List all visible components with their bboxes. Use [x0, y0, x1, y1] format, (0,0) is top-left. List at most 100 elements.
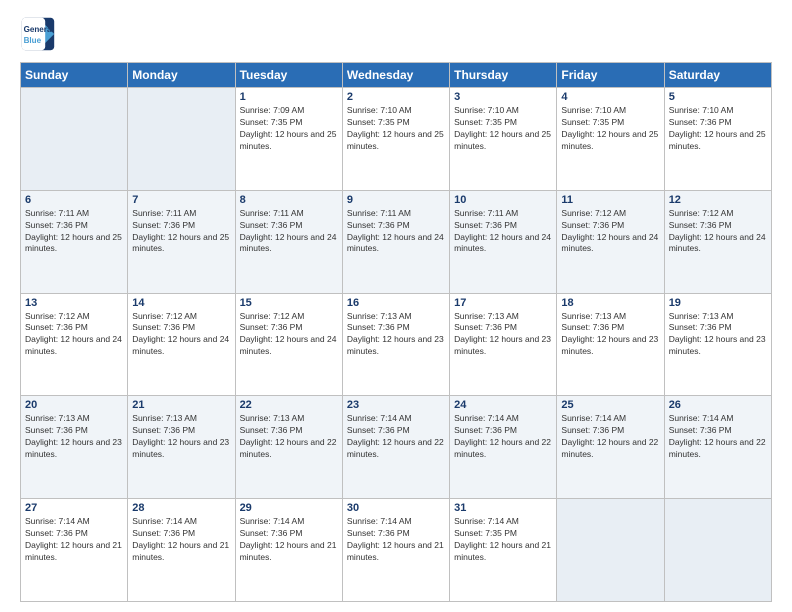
day-number: 9 [347, 194, 445, 206]
day-detail: Sunrise: 7:13 AMSunset: 7:36 PMDaylight:… [454, 311, 552, 359]
calendar-cell: 15 Sunrise: 7:12 AMSunset: 7:36 PMDayligh… [235, 293, 342, 396]
day-detail: Sunrise: 7:12 AMSunset: 7:36 PMDaylight:… [561, 208, 659, 256]
calendar-cell: 20 Sunrise: 7:13 AMSunset: 7:36 PMDayligh… [21, 396, 128, 499]
page: General Blue SundayMondayTuesdayWednesda… [0, 0, 792, 612]
calendar-cell: 10 Sunrise: 7:11 AMSunset: 7:36 PMDayligh… [450, 190, 557, 293]
day-number: 11 [561, 194, 659, 206]
calendar-cell: 3Sunrise: 7:10 AMSunset: 7:35 PMDaylight… [450, 88, 557, 191]
calendar-cell: 12 Sunrise: 7:12 AMSunset: 7:36 PMDayligh… [664, 190, 771, 293]
header-day-saturday: Saturday [664, 63, 771, 88]
calendar-cell: 6 Sunrise: 7:11 AMSunset: 7:36 PMDaylight… [21, 190, 128, 293]
day-detail: Sunrise: 7:11 AMSunset: 7:36 PMDaylight:… [132, 208, 230, 256]
calendar-cell: 13Sunrise: 7:12 AMSunset: 7:36 PMDayligh… [21, 293, 128, 396]
header-day-monday: Monday [128, 63, 235, 88]
day-detail: Sunrise: 7:14 AMSunset: 7:36 PMDaylight:… [132, 516, 230, 564]
calendar-cell: 17 Sunrise: 7:13 AMSunset: 7:36 PMDayligh… [450, 293, 557, 396]
header-day-friday: Friday [557, 63, 664, 88]
day-detail: Sunrise: 7:14 AMSunset: 7:36 PMDaylight:… [25, 516, 123, 564]
calendar-cell: 14Sunrise: 7:12 AMSunset: 7:36 PMDayligh… [128, 293, 235, 396]
calendar-cell: 8 Sunrise: 7:11 AMSunset: 7:36 PMDaylight… [235, 190, 342, 293]
day-detail: Sunrise: 7:13 AMSunset: 7:36 PMDaylight:… [347, 311, 445, 359]
day-detail: Sunrise: 7:13 AMSunset: 7:36 PMDaylight:… [669, 311, 767, 359]
day-detail: Sunrise: 7:14 AMSunset: 7:35 PMDaylight:… [454, 516, 552, 564]
logo: General Blue [20, 16, 56, 52]
calendar-cell: 26 Sunrise: 7:14 AMSunset: 7:36 PMDayligh… [664, 396, 771, 499]
calendar-cell: 25 Sunrise: 7:14 AMSunset: 7:36 PMDayligh… [557, 396, 664, 499]
day-detail: Sunrise: 7:14 AMSunset: 7:36 PMDaylight:… [669, 413, 767, 461]
calendar-cell [21, 88, 128, 191]
day-number: 8 [240, 194, 338, 206]
day-number: 25 [561, 399, 659, 411]
day-detail: Sunrise: 7:14 AMSunset: 7:36 PMDaylight:… [454, 413, 552, 461]
day-number: 10 [454, 194, 552, 206]
day-number: 2 [347, 91, 445, 103]
day-number: 30 [347, 502, 445, 514]
calendar-cell: 24 Sunrise: 7:14 AMSunset: 7:36 PMDayligh… [450, 396, 557, 499]
day-detail: Sunrise: 7:12 AMSunset: 7:36 PMDaylight:… [240, 311, 338, 359]
day-number: 22 [240, 399, 338, 411]
day-detail: Sunrise: 7:14 AMSunset: 7:36 PMDaylight:… [347, 516, 445, 564]
calendar-cell: 19Sunrise: 7:13 AMSunset: 7:36 PMDayligh… [664, 293, 771, 396]
calendar-cell [664, 499, 771, 602]
day-detail: Sunrise: 7:11 AMSunset: 7:36 PMDaylight:… [240, 208, 338, 256]
header: General Blue [20, 16, 772, 52]
day-detail: Sunrise: 7:14 AMSunset: 7:36 PMDaylight:… [347, 413, 445, 461]
day-detail: Sunrise: 7:13 AMSunset: 7:36 PMDaylight:… [25, 413, 123, 461]
calendar-cell [557, 499, 664, 602]
header-day-sunday: Sunday [21, 63, 128, 88]
week-row-3: 13Sunrise: 7:12 AMSunset: 7:36 PMDayligh… [21, 293, 772, 396]
day-detail: Sunrise: 7:14 AMSunset: 7:36 PMDaylight:… [240, 516, 338, 564]
calendar-cell: 1 Sunrise: 7:09 AMSunset: 7:35 PMDaylight… [235, 88, 342, 191]
week-row-4: 20 Sunrise: 7:13 AMSunset: 7:36 PMDayligh… [21, 396, 772, 499]
calendar-cell [128, 88, 235, 191]
day-detail: Sunrise: 7:09 AMSunset: 7:35 PMDaylight:… [240, 105, 338, 153]
day-detail: Sunrise: 7:14 AMSunset: 7:36 PMDaylight:… [561, 413, 659, 461]
week-row-2: 6 Sunrise: 7:11 AMSunset: 7:36 PMDaylight… [21, 190, 772, 293]
day-number: 21 [132, 399, 230, 411]
day-number: 3 [454, 91, 552, 103]
day-number: 16 [347, 297, 445, 309]
header-day-tuesday: Tuesday [235, 63, 342, 88]
day-detail: Sunrise: 7:11 AMSunset: 7:36 PMDaylight:… [454, 208, 552, 256]
day-number: 23 [347, 399, 445, 411]
day-detail: Sunrise: 7:11 AMSunset: 7:36 PMDaylight:… [347, 208, 445, 256]
day-number: 1 [240, 91, 338, 103]
day-detail: Sunrise: 7:12 AMSunset: 7:36 PMDaylight:… [669, 208, 767, 256]
day-number: 31 [454, 502, 552, 514]
svg-text:Blue: Blue [24, 36, 42, 45]
day-detail: Sunrise: 7:12 AMSunset: 7:36 PMDaylight:… [25, 311, 123, 359]
header-day-thursday: Thursday [450, 63, 557, 88]
calendar-cell: 27 Sunrise: 7:14 AMSunset: 7:36 PMDayligh… [21, 499, 128, 602]
calendar-cell: 22 Sunrise: 7:13 AMSunset: 7:36 PMDayligh… [235, 396, 342, 499]
day-number: 26 [669, 399, 767, 411]
calendar-cell: 9 Sunrise: 7:11 AMSunset: 7:36 PMDaylight… [342, 190, 449, 293]
day-number: 20 [25, 399, 123, 411]
week-row-1: 1 Sunrise: 7:09 AMSunset: 7:35 PMDaylight… [21, 88, 772, 191]
day-number: 4 [561, 91, 659, 103]
calendar-cell: 7Sunrise: 7:11 AMSunset: 7:36 PMDaylight… [128, 190, 235, 293]
calendar-cell: 5 Sunrise: 7:10 AMSunset: 7:36 PMDaylight… [664, 88, 771, 191]
day-number: 18 [561, 297, 659, 309]
calendar-cell: 2Sunrise: 7:10 AMSunset: 7:35 PMDaylight… [342, 88, 449, 191]
day-detail: Sunrise: 7:13 AMSunset: 7:36 PMDaylight:… [240, 413, 338, 461]
day-number: 17 [454, 297, 552, 309]
svg-text:General: General [24, 25, 54, 34]
day-detail: Sunrise: 7:10 AMSunset: 7:35 PMDaylight:… [561, 105, 659, 153]
calendar-cell: 29Sunrise: 7:14 AMSunset: 7:36 PMDayligh… [235, 499, 342, 602]
day-detail: Sunrise: 7:11 AMSunset: 7:36 PMDaylight:… [25, 208, 123, 256]
day-number: 14 [132, 297, 230, 309]
day-number: 24 [454, 399, 552, 411]
calendar-cell: 18Sunrise: 7:13 AMSunset: 7:36 PMDayligh… [557, 293, 664, 396]
day-number: 5 [669, 91, 767, 103]
day-number: 27 [25, 502, 123, 514]
day-detail: Sunrise: 7:13 AMSunset: 7:36 PMDaylight:… [132, 413, 230, 461]
calendar-cell: 11 Sunrise: 7:12 AMSunset: 7:36 PMDayligh… [557, 190, 664, 293]
day-detail: Sunrise: 7:10 AMSunset: 7:36 PMDaylight:… [669, 105, 767, 153]
calendar-cell: 4 Sunrise: 7:10 AMSunset: 7:35 PMDaylight… [557, 88, 664, 191]
header-row: SundayMondayTuesdayWednesdayThursdayFrid… [21, 63, 772, 88]
logo-icon: General Blue [20, 16, 56, 52]
calendar-cell: 31 Sunrise: 7:14 AMSunset: 7:35 PMDayligh… [450, 499, 557, 602]
day-number: 15 [240, 297, 338, 309]
day-number: 12 [669, 194, 767, 206]
day-number: 6 [25, 194, 123, 206]
